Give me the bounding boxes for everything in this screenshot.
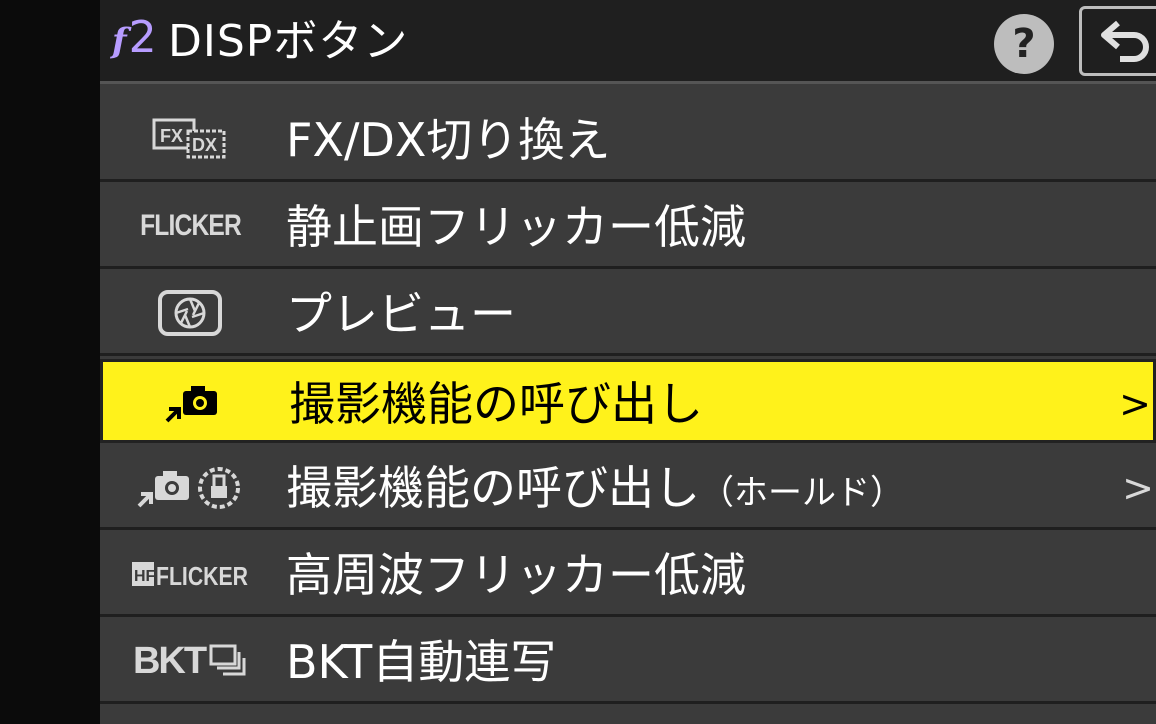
- menu-item-label: 高周波フリッカー低減: [286, 548, 746, 602]
- back-button[interactable]: [1079, 6, 1156, 76]
- chevron-right-icon: >: [1119, 382, 1151, 426]
- chevron-right-icon: >: [1122, 466, 1154, 510]
- menu-item-label: FX/DX切り換え: [286, 113, 611, 167]
- help-icon: ?: [1012, 21, 1036, 67]
- hf-flicker-text: FLICKER: [156, 561, 248, 591]
- menu-list: FX DX FX/DX切り換え FLICKER 静止画フリッカー低減 プレビュー…: [100, 98, 1156, 707]
- camera-recall-icon: [133, 374, 253, 432]
- menu-item-recall-shooting-functions-hold[interactable]: 撮影機能の呼び出し（ホールド） >: [100, 446, 1156, 530]
- menu-item-label-main: 撮影機能の呼び出し: [286, 461, 700, 515]
- menu-item-flicker[interactable]: FLICKER 静止画フリッカー低減: [100, 185, 1156, 269]
- menu-item-label: 撮影機能の呼び出し: [289, 377, 703, 431]
- menu-item-label: 撮影機能の呼び出し（ホールド）: [286, 446, 904, 530]
- menu-item-fx-dx[interactable]: FX DX FX/DX切り換え: [100, 98, 1156, 182]
- menu-item-label-suffix: （ホールド）: [700, 473, 904, 513]
- help-button[interactable]: ?: [994, 14, 1054, 74]
- stacked-frames-icon: [209, 644, 246, 676]
- menu-item-bkt[interactable]: BKT BKT自動連写: [100, 620, 1156, 704]
- menu-item-hf-flicker[interactable]: HF FLICKER 高周波フリッカー低減: [100, 533, 1156, 617]
- aperture-preview-icon: [130, 284, 250, 342]
- hf-flicker-icon: HF FLICKER: [130, 545, 250, 603]
- flicker-icon: FLICKER: [130, 197, 250, 255]
- page-title: DISPボタン: [168, 16, 409, 67]
- menu-item-recall-shooting-functions[interactable]: 撮影機能の呼び出し >: [100, 359, 1156, 443]
- fx-label: FX: [160, 126, 183, 146]
- tab-letter: f: [112, 21, 127, 61]
- menu-item-label: BKT自動連写: [286, 635, 557, 689]
- hf-label: HF: [134, 568, 156, 585]
- bkt-icon: BKT: [130, 632, 250, 690]
- menu-tab-code: f 2: [112, 12, 157, 76]
- menu-item-label: 静止画フリッカー低減: [286, 200, 746, 254]
- tab-number: 2: [128, 12, 157, 63]
- bkt-icon-text: BKT: [132, 639, 207, 682]
- camera-recall-hold-icon: [130, 458, 250, 516]
- menu-header: f 2 DISPボタン ?: [100, 0, 1156, 84]
- camera-menu-screen: f 2 DISPボタン ? FX DX FX/DX切り換え FLICKER 静止…: [100, 0, 1156, 724]
- dx-label: DX: [192, 135, 217, 155]
- return-arrow-icon: [1101, 20, 1149, 62]
- menu-item-label: プレビュー: [286, 287, 516, 341]
- fx-dx-icon: FX DX: [130, 110, 250, 168]
- flicker-icon-text: FLICKER: [139, 209, 242, 242]
- screen-bezel: [0, 0, 100, 724]
- menu-item-preview[interactable]: プレビュー: [100, 272, 1156, 356]
